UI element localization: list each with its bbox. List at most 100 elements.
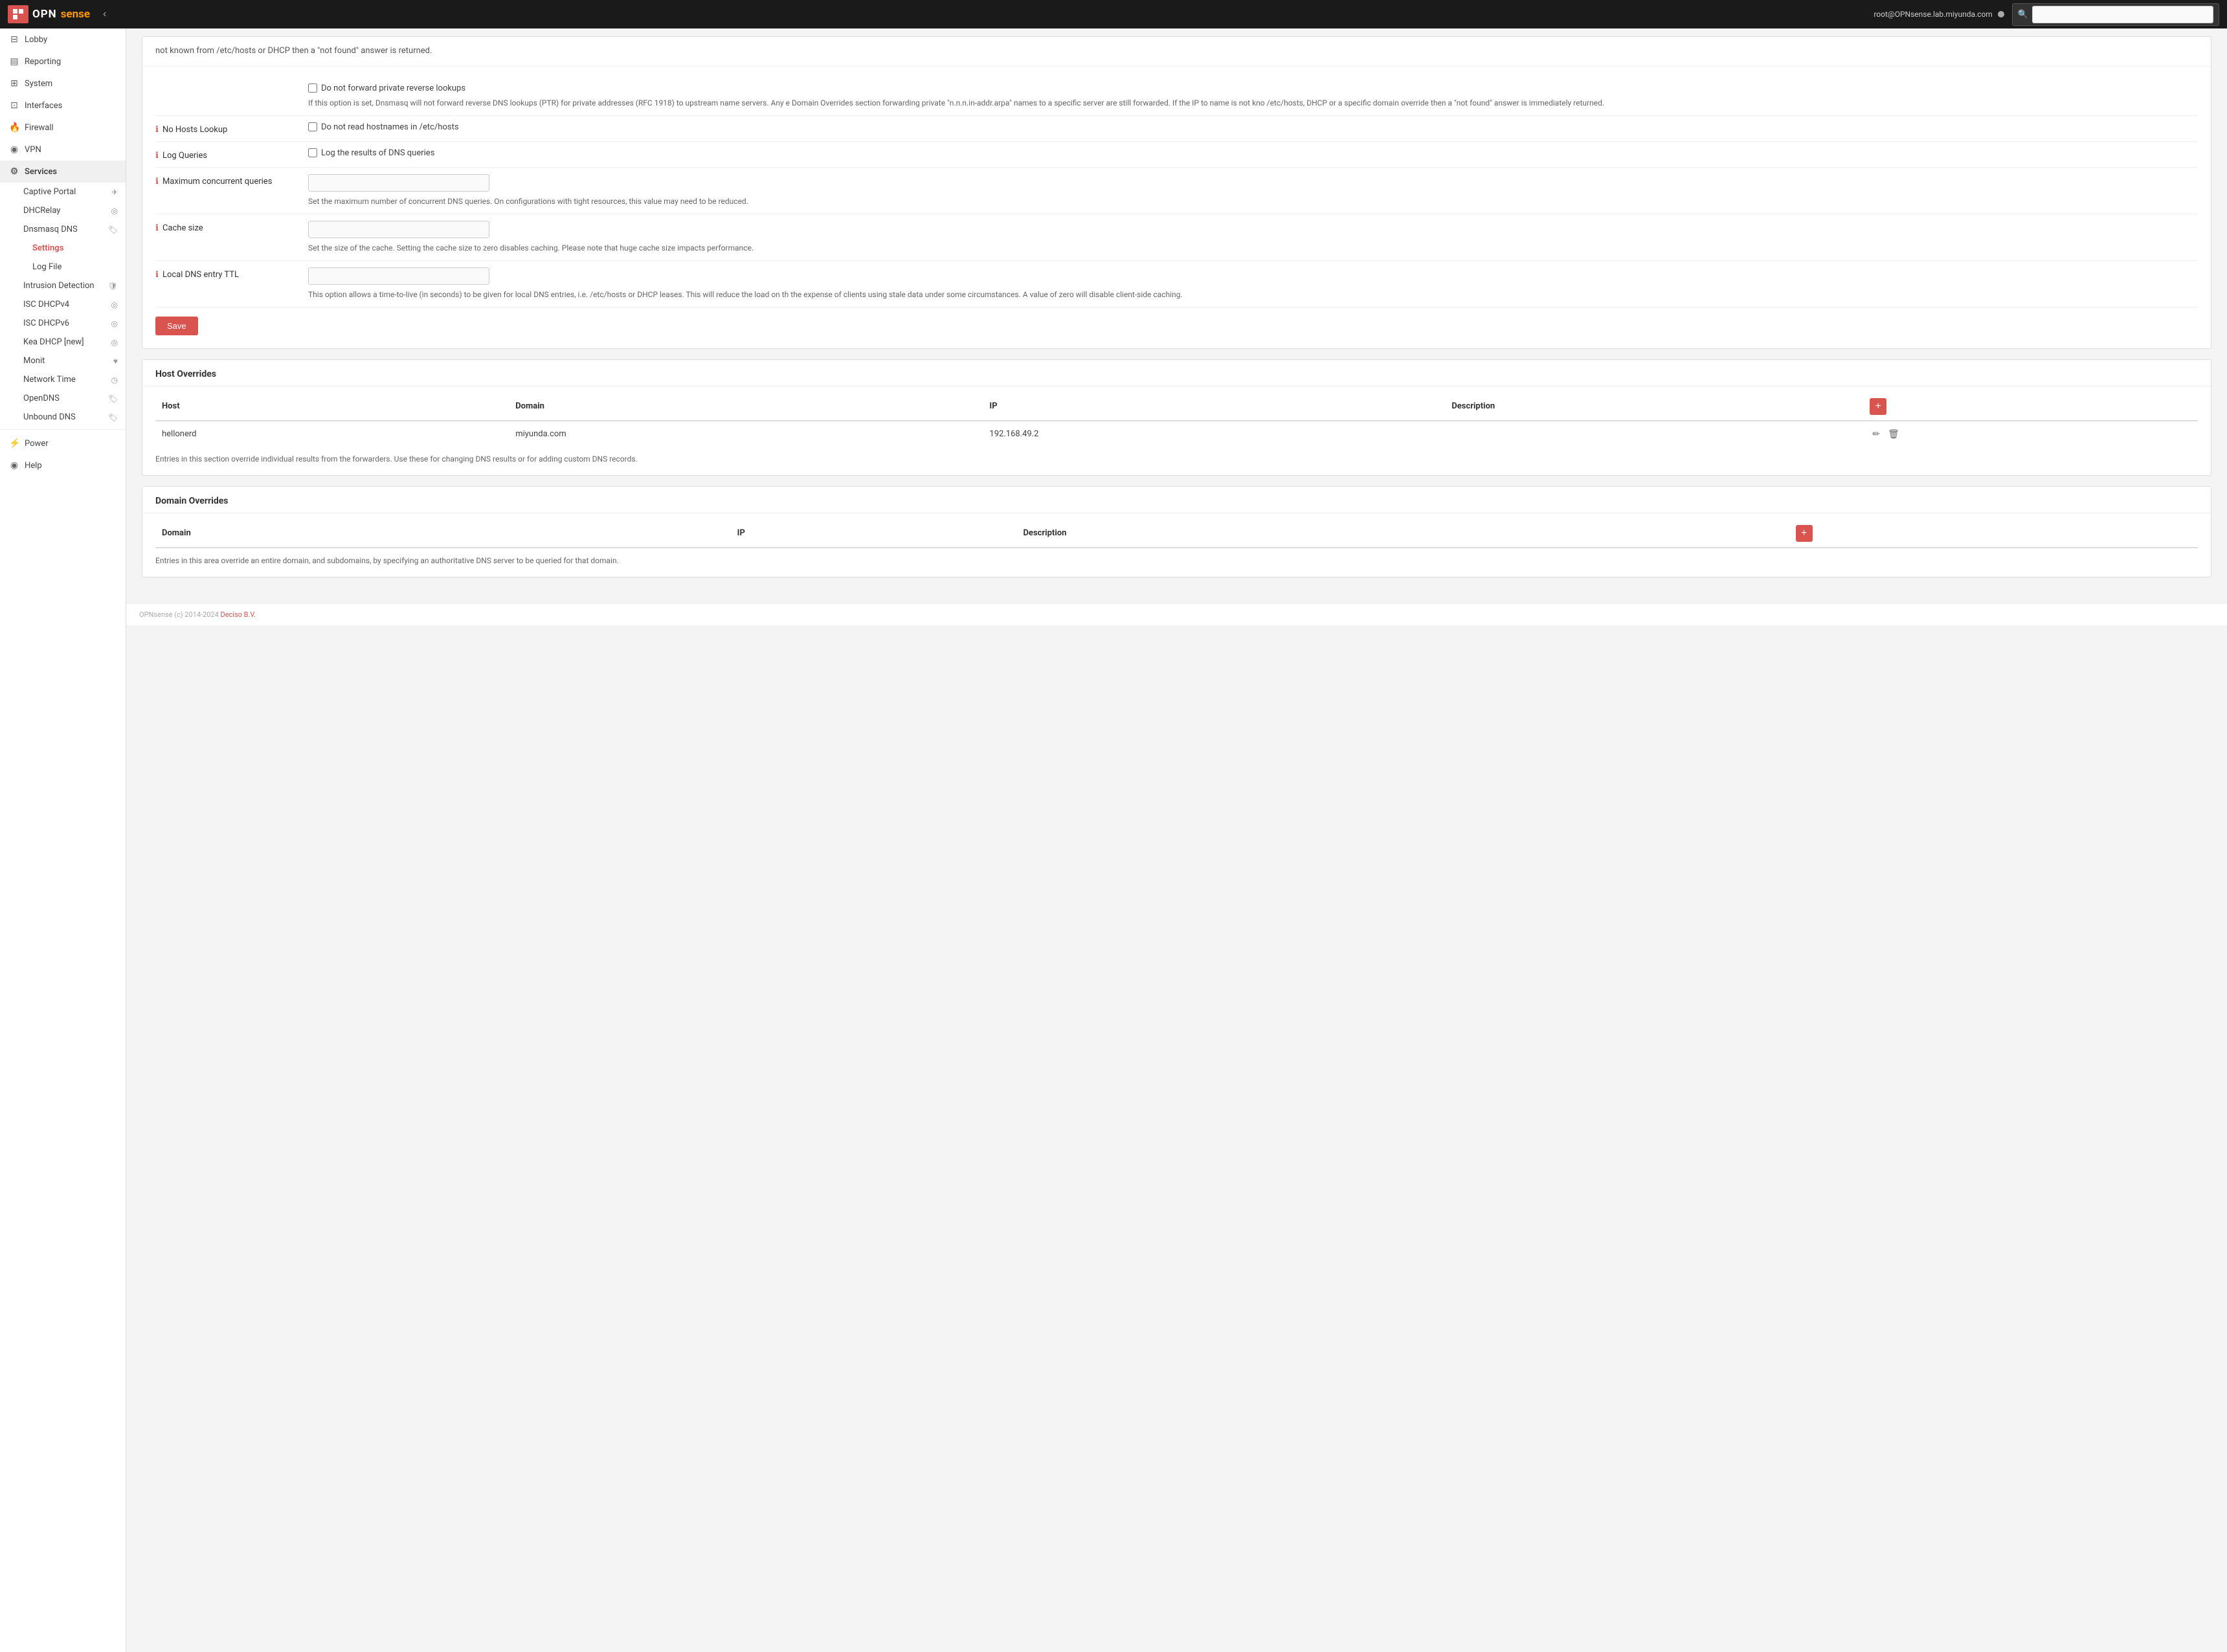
submenu-isc-dhcpv6[interactable]: ISC DHCPv6 ◎ [23, 314, 126, 333]
log-queries-checkbox-label[interactable]: Log the results of DNS queries [308, 148, 2198, 158]
services-icon: ⚙ [9, 166, 19, 177]
local-dns-ttl-description: This option allows a time-to-live (in se… [308, 289, 2198, 300]
submenu-dnsmasq-dns[interactable]: Dnsmasq DNS 🏷 [23, 220, 126, 239]
logo-sense: sense [61, 8, 90, 21]
delete-host-override-button[interactable]: 🗑 [1885, 427, 1902, 441]
cache-size-input[interactable]: 10000 [308, 221, 489, 238]
save-row: Save [155, 307, 2198, 338]
dhcrelay-label: DHCRelay [23, 206, 60, 216]
search-input[interactable] [2032, 6, 2213, 23]
max-concurrent-label-text: Maximum concurrent queries [162, 177, 272, 186]
dnsmasq-dns-label: Dnsmasq DNS [23, 225, 78, 234]
settings-form: Do not forward private reverse lookups I… [142, 67, 2211, 348]
host-overrides-table: Host Domain IP Description + [155, 393, 2198, 447]
submenu-opendns[interactable]: OpenDNS 🏷 [23, 389, 126, 408]
sidebar-item-system[interactable]: ⊞ System [0, 73, 126, 95]
add-host-override-button[interactable]: + [1870, 398, 1886, 415]
sidebar-item-lobby[interactable]: ⊟ Lobby [0, 28, 126, 50]
domain-actions-header: + [1789, 520, 2199, 548]
log-file-label: Log File [32, 262, 62, 272]
submenu-isc-dhcpv4[interactable]: ISC DHCPv4 ◎ [23, 295, 126, 314]
save-button[interactable]: Save [155, 317, 198, 335]
local-dns-ttl-label: ℹ Local DNS entry TTL [155, 267, 298, 280]
sidebar-item-reporting[interactable]: ▤ Reporting [0, 50, 126, 73]
cache-size-label: ℹ Cache size [155, 221, 298, 233]
private-reverse-checkbox[interactable] [308, 84, 317, 93]
host-overrides-table-wrapper: Host Domain IP Description + [142, 393, 2211, 475]
private-reverse-text: Do not forward private reverse lookups [321, 84, 465, 93]
sidebar-label-help: Help [25, 461, 42, 471]
submenu-settings[interactable]: Settings [23, 239, 126, 258]
no-hosts-checkbox-label[interactable]: Do not read hostnames in /etc/hosts [308, 122, 2198, 132]
submenu-network-time[interactable]: Network Time ◷ [23, 370, 126, 389]
max-concurrent-info-icon: ℹ [155, 177, 159, 186]
isc-dhcpv6-icon: ◎ [111, 319, 118, 328]
captive-portal-label: Captive Portal [23, 187, 76, 197]
no-hosts-control: Do not read hostnames in /etc/hosts [308, 122, 2198, 132]
domain-overrides-title: Domain Overrides [142, 487, 2211, 513]
dnsmasq-icon: 🏷 [108, 225, 118, 234]
max-concurrent-control: 5000 Set the maximum number of concurren… [308, 174, 2198, 207]
domain-overrides-card: Domain Overrides Domain IP Description + [142, 486, 2211, 577]
submenu-dhcrelay[interactable]: DHCRelay ◎ [23, 201, 126, 220]
search-bar[interactable]: 🔍 [2012, 3, 2219, 26]
submenu-intrusion-detection[interactable]: Intrusion Detection 🛡 [23, 276, 126, 295]
max-concurrent-description: Set the maximum number of concurrent DNS… [308, 195, 2198, 207]
submenu-captive-portal[interactable]: Captive Portal ✈ [23, 183, 126, 201]
row-actions: ✏ 🗑 [1863, 421, 2198, 447]
domain-col-header: Domain [509, 393, 983, 421]
sidebar-label-vpn: VPN [25, 145, 41, 155]
private-reverse-checkbox-label[interactable]: Do not forward private reverse lookups [308, 84, 2198, 93]
cache-size-description: Set the size of the cache. Setting the c… [308, 242, 2198, 254]
private-reverse-label [155, 84, 298, 86]
isc-dhcpv6-label: ISC DHCPv6 [23, 318, 69, 328]
host-overrides-note: Entries in this section override individ… [155, 453, 2198, 465]
table-row: hellonerd miyunda.com 192.168.49.2 ✏ 🗑 [155, 421, 2198, 447]
domain-override-desc-header: Description [1016, 520, 1789, 548]
unbound-dns-label: Unbound DNS [23, 412, 76, 422]
no-hosts-checkbox[interactable] [308, 122, 317, 131]
logo: OPNsense [8, 5, 90, 23]
host-cell: hellonerd [155, 421, 509, 447]
row-action-buttons: ✏ 🗑 [1870, 427, 2191, 441]
sidebar-item-services[interactable]: ⚙ Services [0, 161, 126, 183]
ip-col-header: IP [983, 393, 1445, 421]
add-domain-override-button[interactable]: + [1796, 525, 1813, 542]
sidebar: ⊟ Lobby ▤ Reporting ⊞ System ⊡ Interface… [0, 28, 126, 1652]
log-queries-label-text: Log Queries [162, 151, 207, 161]
isc-dhcpv4-label: ISC DHCPv4 [23, 300, 69, 309]
edit-host-override-button[interactable]: ✏ [1870, 427, 1883, 441]
sidebar-item-firewall[interactable]: 🔥 Firewall [0, 117, 126, 139]
submenu-unbound-dns[interactable]: Unbound DNS 🏷 [23, 408, 126, 427]
cache-size-label-text: Cache size [162, 223, 203, 233]
footer-copyright: (c) 2014-2024 [174, 610, 220, 619]
log-queries-row: ℹ Log Queries Log the results of DNS que… [155, 142, 2198, 168]
footer-text: OPNsense [139, 610, 172, 619]
footer-link[interactable]: Deciso B.V. [221, 610, 256, 619]
max-concurrent-input[interactable]: 5000 [308, 174, 489, 192]
isc-dhcpv4-icon: ◎ [111, 300, 118, 309]
captive-portal-icon: ✈ [111, 188, 118, 197]
private-reverse-description: If this option is set, Dnsmasq will not … [308, 97, 2198, 109]
sidebar-item-power[interactable]: ⚡ Power [0, 432, 126, 454]
local-dns-ttl-control: 1 This option allows a time-to-live (in … [308, 267, 2198, 300]
sidebar-toggle-button[interactable]: ‹ [98, 6, 111, 23]
sidebar-label-firewall: Firewall [25, 123, 54, 133]
intrusion-detection-label: Intrusion Detection [23, 281, 95, 291]
domain-cell: miyunda.com [509, 421, 983, 447]
submenu-log-file[interactable]: Log File [23, 258, 126, 276]
dhcrelay-icon: ◎ [111, 206, 118, 216]
sidebar-label-reporting: Reporting [25, 57, 61, 67]
private-reverse-control: Do not forward private reverse lookups I… [308, 84, 2198, 109]
user-email: root@OPNsense.lab.miyunda.com [1874, 10, 1992, 19]
log-queries-checkbox[interactable] [308, 148, 317, 157]
sidebar-item-interfaces[interactable]: ⊡ Interfaces [0, 95, 126, 117]
sidebar-item-vpn[interactable]: ◉ VPN [0, 139, 126, 161]
app-header: OPNsense ‹ root@OPNsense.lab.miyunda.com… [0, 0, 2227, 28]
kea-dhcp-label: Kea DHCP [new] [23, 337, 84, 347]
submenu-monit[interactable]: Monit ♥ [23, 352, 126, 370]
sidebar-item-help[interactable]: ◉ Help [0, 454, 126, 476]
power-icon: ⚡ [9, 438, 19, 449]
submenu-kea-dhcp[interactable]: Kea DHCP [new] ◎ [23, 333, 126, 352]
local-dns-ttl-input[interactable]: 1 [308, 267, 489, 285]
